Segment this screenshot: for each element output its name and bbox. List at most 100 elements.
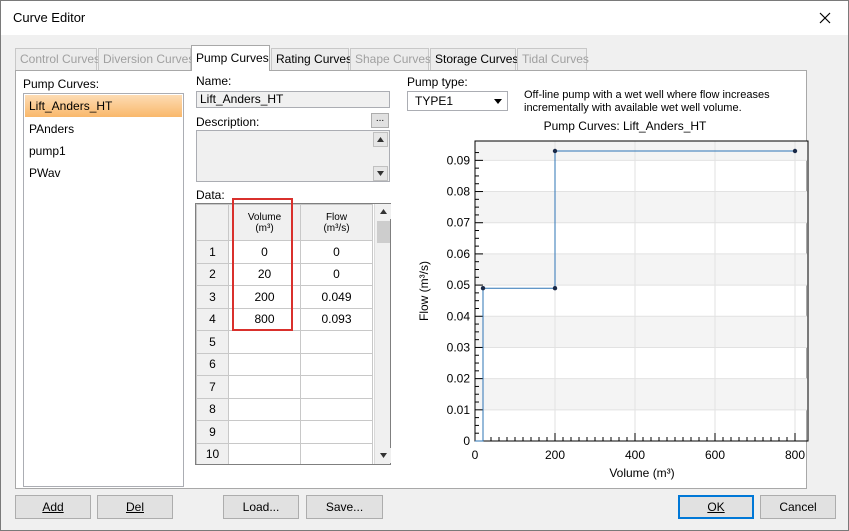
volume-cell[interactable] <box>228 375 301 399</box>
volume-cell[interactable] <box>228 352 301 376</box>
pump-type-dropdown-button[interactable] <box>489 92 507 110</box>
column-header-unit: (m³) <box>255 222 274 234</box>
load-button[interactable]: Load... <box>223 495 299 519</box>
curve-listbox[interactable]: Lift_Anders_HT PAnders pump1 PWav <box>23 93 184 487</box>
flow-cell[interactable]: 0 <box>300 240 373 264</box>
tab-pump-curves[interactable]: Pump Curves <box>191 45 270 71</box>
flow-cell[interactable] <box>300 330 373 354</box>
save-button-label: Save... <box>325 500 364 514</box>
tab-tidal-curves[interactable]: Tidal Curves <box>517 48 589 70</box>
x-tick-label: 600 <box>705 448 725 462</box>
y-tick-label: 0.01 <box>447 403 471 417</box>
window-title: Curve Editor <box>13 10 86 25</box>
name-label: Name: <box>196 74 232 88</box>
volume-cell[interactable] <box>228 420 301 444</box>
description-label: Description: <box>196 115 260 129</box>
grid-band <box>475 191 808 223</box>
curve-list-label: Pump Curves: <box>23 77 100 91</box>
description-scroll-up[interactable] <box>373 132 388 147</box>
x-tick-label: 400 <box>625 448 645 462</box>
arrow-down-icon <box>380 453 387 458</box>
tab-control-curves[interactable]: Control Curves <box>15 48 100 70</box>
row-number[interactable]: 9 <box>196 420 229 444</box>
pump-curve-chart: 0 0.01 0.02 0.03 0.04 0.05 0.06 0.07 0.08 0.09 0 20… <box>417 140 809 480</box>
list-item[interactable]: Lift_Anders_HT <box>25 95 182 117</box>
data-table: Volume (m³) Flow (m³/s) 1 0 0 2 20 0 3 200 0.049 4 8… <box>196 204 373 464</box>
volume-cell[interactable] <box>228 330 301 354</box>
arrow-up-icon <box>377 137 384 142</box>
pump-type-description: Off-line pump with a wet well where flow… <box>524 89 770 115</box>
save-button[interactable]: Save... <box>306 495 383 519</box>
volume-cell[interactable]: 800 <box>228 307 301 331</box>
y-tick-label: 0.02 <box>447 372 471 386</box>
name-field[interactable]: Lift_Anders_HT <box>196 91 390 108</box>
column-header-volume[interactable]: Volume (m³) <box>228 204 301 241</box>
grid-scroll-thumb[interactable] <box>377 221 390 243</box>
row-number[interactable]: 1 <box>196 240 229 264</box>
data-grid[interactable]: Volume (m³) Flow (m³/s) 1 0 0 2 20 0 3 200 0.049 4 8… <box>195 203 391 465</box>
table-row: 3 200 0.049 <box>196 285 373 309</box>
chevron-down-icon <box>494 98 502 104</box>
row-number[interactable]: 2 <box>196 262 229 286</box>
list-item[interactable]: PWav <box>25 162 182 184</box>
row-number[interactable]: 10 <box>196 442 229 464</box>
row-number[interactable]: 4 <box>196 307 229 331</box>
x-tick-label: 200 <box>545 448 565 462</box>
tab-rating-curves[interactable]: Rating Curves <box>271 48 352 70</box>
list-item[interactable]: pump1 <box>25 140 182 162</box>
table-row: 2 20 0 <box>196 262 373 286</box>
cancel-button-label: Cancel <box>779 500 817 514</box>
row-number[interactable]: 6 <box>196 352 229 376</box>
add-button[interactable]: Add <box>15 495 91 519</box>
cancel-button[interactable]: Cancel <box>760 495 836 519</box>
y-tick-label: 0.06 <box>447 247 471 261</box>
column-header-text: Volume <box>247 211 282 223</box>
table-row: 9 <box>196 420 373 444</box>
grid-scrollbar[interactable] <box>374 204 391 464</box>
description-edit-button[interactable]: ... <box>371 113 389 128</box>
flow-cell[interactable]: 0 <box>300 262 373 286</box>
table-row: 6 <box>196 352 373 376</box>
title-bar: Curve Editor <box>1 1 848 35</box>
row-number[interactable]: 3 <box>196 285 229 309</box>
flow-cell[interactable]: 0.049 <box>300 285 373 309</box>
row-number[interactable]: 5 <box>196 330 229 354</box>
volume-cell[interactable]: 200 <box>228 285 301 309</box>
table-row: 4 800 0.093 <box>196 307 373 331</box>
flow-cell[interactable] <box>300 442 373 464</box>
row-number[interactable]: 7 <box>196 375 229 399</box>
list-item[interactable]: PAnders <box>25 118 182 140</box>
column-header-flow[interactable]: Flow (m³/s) <box>300 204 373 241</box>
tab-storage-curves[interactable]: Storage Curves <box>430 48 518 70</box>
grid-band <box>475 253 808 286</box>
data-point <box>552 148 558 154</box>
flow-cell[interactable] <box>300 397 373 421</box>
y-tick-label: 0.07 <box>447 216 471 230</box>
volume-cell[interactable] <box>228 442 301 464</box>
table-row: 100 <box>196 240 373 264</box>
pump-type-select[interactable]: TYPE1 <box>407 91 508 111</box>
grid-scroll-up[interactable] <box>376 204 391 219</box>
flow-cell[interactable] <box>300 375 373 399</box>
x-tick-label: 0 <box>472 448 479 462</box>
pump-type-description-line: incrementally with available wet well vo… <box>524 102 742 114</box>
tab-shape-curves[interactable]: Shape Curves <box>350 48 431 70</box>
row-number[interactable]: 8 <box>196 397 229 421</box>
close-button[interactable] <box>802 1 848 35</box>
flow-cell[interactable]: 0.093 <box>300 307 373 331</box>
description-scroll-down[interactable] <box>373 166 388 181</box>
volume-cell[interactable]: 20 <box>228 262 301 286</box>
y-tick-label: 0.05 <box>447 278 471 292</box>
description-field[interactable] <box>196 130 390 182</box>
delete-button[interactable]: Del <box>97 495 173 519</box>
ok-button[interactable]: OK <box>678 495 754 519</box>
data-label: Data: <box>196 188 225 202</box>
grid-scroll-down[interactable] <box>376 448 391 463</box>
flow-cell[interactable] <box>300 420 373 444</box>
flow-cell[interactable] <box>300 352 373 376</box>
tab-diversion-curves[interactable]: Diversion Curves <box>98 48 194 70</box>
volume-cell[interactable]: 0 <box>228 240 301 264</box>
volume-cell[interactable] <box>228 397 301 421</box>
data-point <box>552 286 558 291</box>
load-button-label: Load... <box>242 500 280 514</box>
